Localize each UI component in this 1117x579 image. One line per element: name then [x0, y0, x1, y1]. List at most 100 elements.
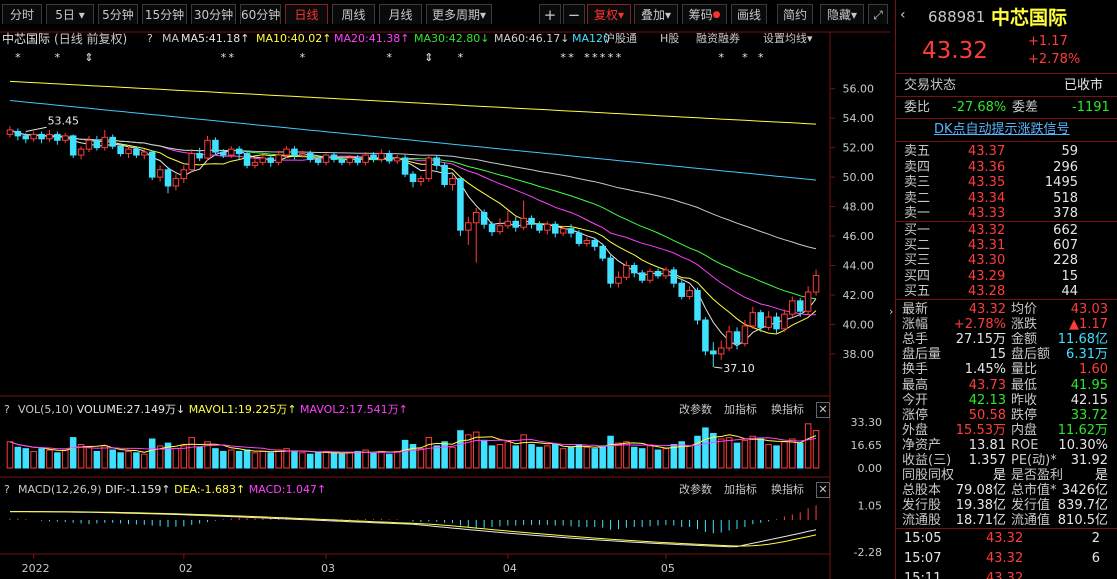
arrow-up-icon: ↑ — [316, 483, 327, 496]
hgt-link[interactable]: 沪股通 — [604, 32, 637, 46]
stat-value: 19.38亿 — [955, 498, 1006, 514]
event-star-icon[interactable]: * — [458, 51, 464, 64]
fuquan-dropdown[interactable]: 复权▾ — [587, 4, 631, 25]
volume-bar — [528, 444, 535, 469]
event-star-icon[interactable]: * — [592, 51, 598, 64]
zoom-out-button[interactable]: − — [563, 4, 585, 25]
chevron-down-icon: ▾ — [78, 8, 85, 22]
macd-help-icon[interactable]: ? — [4, 483, 10, 497]
macd-change-params[interactable]: 改参数 — [679, 483, 712, 497]
event-star-icon[interactable]: * — [742, 51, 748, 64]
stat-value: 3426亿 — [1061, 483, 1108, 499]
close-icon[interactable]: ✕ — [816, 482, 830, 498]
period-tab-15min[interactable]: 15分钟 — [142, 4, 187, 25]
stat-label: 盘后量 — [902, 347, 942, 363]
event-star-icon[interactable]: * — [758, 51, 764, 64]
arrow-down-icon: ↓ — [175, 403, 186, 416]
zoom-in-button[interactable]: + — [539, 4, 561, 25]
candle-body — [314, 158, 322, 163]
event-star-icon[interactable]: * — [221, 51, 227, 64]
candle-body — [702, 319, 709, 352]
dk-signal-link[interactable]: DK点自动提示涨跌信号 — [934, 122, 1070, 137]
back-chevron-icon[interactable]: ‹ — [900, 8, 906, 23]
stat-value: ▲1.17 — [1069, 317, 1108, 333]
candle-body — [172, 178, 180, 187]
simple-mode-button[interactable]: 简约 — [777, 4, 813, 25]
event-star-icon[interactable]: * — [55, 51, 61, 64]
period-tab-60min[interactable]: 60分钟 — [240, 4, 281, 25]
weicha-label: 委差 — [1012, 100, 1039, 115]
volume-bar — [141, 453, 148, 469]
volume-bar — [30, 450, 37, 469]
volume-bar — [417, 448, 425, 469]
macd-swap-indicator[interactable]: 换指标 — [771, 483, 804, 497]
hshare-link[interactable]: H股 — [660, 32, 679, 46]
event-star-icon[interactable]: * — [228, 51, 234, 64]
macd-tick-label: 1.05 — [858, 499, 883, 512]
overlay-label: 叠加 — [640, 8, 665, 22]
event-star-icon[interactable]: * — [387, 51, 393, 64]
hide-dropdown[interactable]: 隐藏▾ — [820, 4, 864, 25]
candle-body — [757, 312, 764, 328]
event-star-icon[interactable]: * — [568, 51, 574, 64]
volume-bar — [69, 437, 77, 469]
price-tick-label: 54.00 — [843, 112, 875, 125]
set-ma-dropdown[interactable]: 设置均线▾ — [763, 32, 813, 46]
event-star-icon[interactable]: * — [608, 51, 614, 64]
stock-name: 中芯国际 — [991, 7, 1068, 29]
event-star-icon[interactable]: * — [560, 51, 566, 64]
period-tab-30min[interactable]: 30分钟 — [191, 4, 236, 25]
vol-change-params[interactable]: 改参数 — [679, 403, 712, 417]
candle-body — [646, 270, 654, 281]
fullscreen-button[interactable]: ⤢ — [868, 4, 888, 25]
candle-body — [465, 222, 472, 231]
arrow-up-icon: ↑ — [161, 483, 171, 496]
event-star-icon[interactable]: * — [15, 51, 21, 64]
vol-swap-indicator[interactable]: 换指标 — [771, 403, 804, 417]
more-periods-label: 更多周期 — [431, 8, 480, 22]
collapse-panel-icon[interactable]: › — [889, 305, 893, 319]
stat-value: 15 — [989, 347, 1006, 363]
event-star-icon[interactable]: * — [718, 51, 724, 64]
event-star-icon[interactable]: ⇕ — [84, 51, 93, 64]
event-star-icon[interactable]: * — [584, 51, 590, 64]
volume-bar — [401, 439, 409, 469]
close-icon[interactable]: ✕ — [816, 402, 830, 418]
vol-help-icon[interactable]: ? — [4, 403, 10, 417]
vol-add-indicator[interactable]: 加指标 — [724, 403, 757, 417]
more-periods-dropdown[interactable]: 更多周期▾ — [426, 4, 492, 25]
period-tab-monthly[interactable]: 月线 — [379, 4, 422, 25]
volume-bar — [480, 439, 488, 469]
stat-label: 总手 — [902, 332, 929, 348]
event-star-icon[interactable]: * — [600, 51, 606, 64]
volume-bar — [694, 435, 701, 469]
period-tab-weekly[interactable]: 周线 — [332, 4, 375, 25]
period-tab-5min[interactable]: 5分钟 — [98, 4, 138, 25]
volume-bar — [227, 449, 235, 469]
ma-help-icon[interactable]: ? — [147, 32, 153, 46]
candle-body — [188, 153, 195, 171]
ask-volume: 59 — [1061, 144, 1078, 159]
volume-bar — [449, 446, 456, 469]
period-tab-fenshi[interactable]: 分时 — [2, 4, 42, 25]
macd-add-indicator[interactable]: 加指标 — [724, 483, 757, 497]
draw-line-button[interactable]: 画线 — [731, 4, 767, 25]
chips-button[interactable]: 筹码● — [682, 4, 727, 25]
period-tab-daily[interactable]: 日线 — [285, 4, 328, 25]
ask-label: 卖三 — [904, 175, 931, 190]
chevron-down-icon: ▾ — [617, 8, 625, 22]
arrow-up-icon: ↑ — [287, 403, 297, 416]
low-label: 37.10 — [723, 362, 755, 375]
overlay-dropdown[interactable]: 叠加▾ — [634, 4, 678, 25]
stat-label: 昨收 — [1011, 392, 1038, 408]
bid-price: 43.31 — [968, 238, 1006, 254]
candle-body — [85, 139, 93, 150]
event-star-icon[interactable]: * — [300, 51, 306, 64]
volume-bar — [14, 446, 22, 469]
date-tick-label: 04 — [503, 562, 517, 575]
event-star-icon[interactable]: * — [616, 51, 622, 64]
margin-link[interactable]: 融资融券 — [696, 32, 740, 46]
event-star-icon[interactable]: ⇕ — [424, 51, 433, 64]
period-tab-5day[interactable]: 5日 ▾ — [46, 4, 94, 25]
ma10-num: 40.02 — [290, 32, 323, 45]
